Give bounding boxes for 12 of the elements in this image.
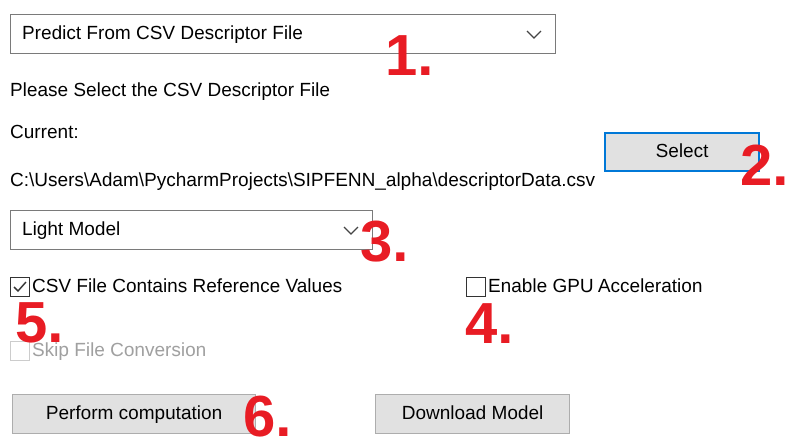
chevron-down-icon (342, 224, 360, 236)
checkbox-label: Enable GPU Acceleration (488, 276, 702, 298)
action-button[interactable]: Download Model (375, 394, 570, 434)
step-number: 4. (465, 302, 514, 346)
file-path: C:\Users\Adam\PycharmProjects\SIPFENN_alpha\descriptorData.csv (10, 170, 596, 192)
checkbox[interactable] (10, 277, 30, 297)
current-label: Current: (10, 122, 79, 144)
chevron-down-icon (525, 28, 543, 40)
checkbox[interactable] (466, 277, 486, 297)
checkbox-label: CSV File Contains Reference Values (32, 276, 342, 298)
instruction-text: Please Select the CSV Descriptor File (10, 80, 331, 102)
check-icon (12, 279, 28, 295)
